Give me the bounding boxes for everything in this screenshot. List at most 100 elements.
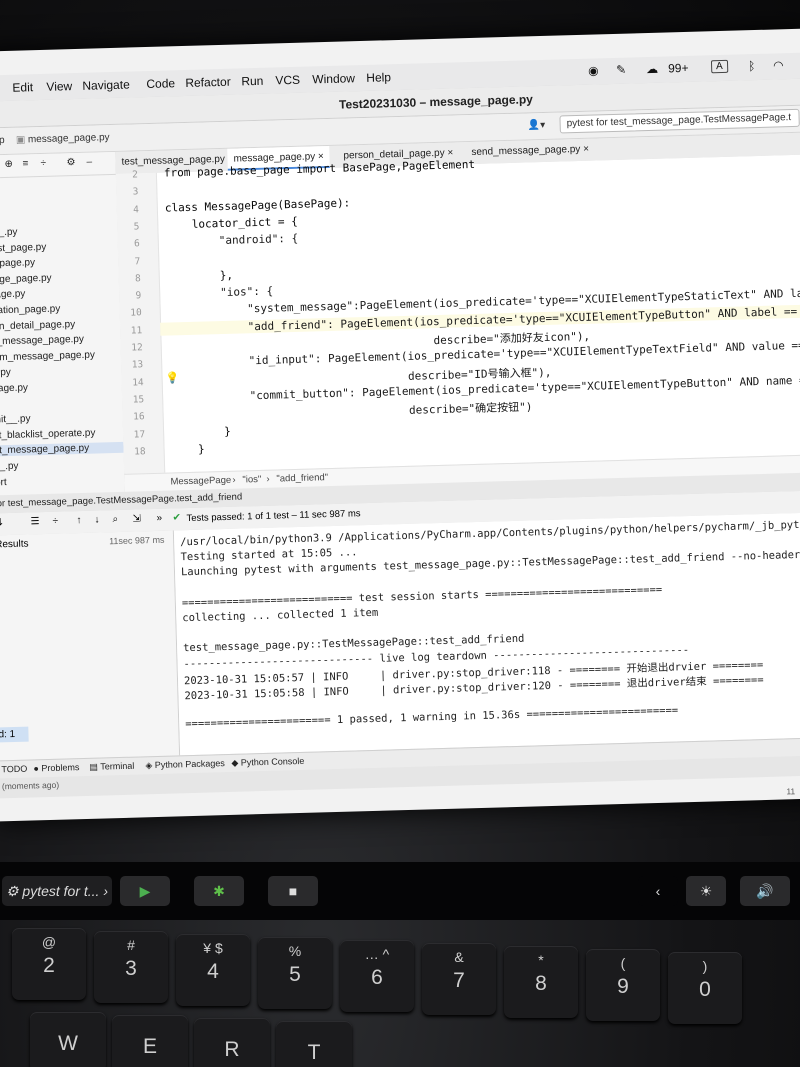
menu-vcs[interactable]: VCS [275,73,300,88]
more-icon[interactable]: » [156,513,162,524]
project-file-item[interactable]: nd_message_page.py [0,334,84,348]
project-file-item[interactable]: _page.py [0,382,28,394]
results-duration: 11sec 987 ms [108,534,165,547]
number-key[interactable]: #3 [94,931,168,1003]
run-icon[interactable]: ▶ [120,876,170,906]
tab-problems[interactable]: ● Problems [33,762,79,773]
crumb-add-friend[interactable]: "add_friend" [276,472,328,484]
menu-navigate[interactable]: Navigate [82,77,130,92]
number-key[interactable]: * 8 [504,946,578,1018]
sort-icon[interactable]: ⇅ [0,517,3,528]
key-symbol: ( [620,955,626,971]
menu-run[interactable]: Run [241,74,263,89]
expand-icon[interactable]: ≡ [22,158,28,169]
collapse-icon[interactable]: ÷ [40,158,46,169]
letter-key[interactable]: R [194,1018,270,1067]
input-method-indicator[interactable]: A [710,59,728,74]
key-symbol: * [538,952,544,968]
search-icon[interactable]: ⌕ [112,514,118,525]
run-configuration-select[interactable]: pytest for test_message_page.TestMessage… [559,108,800,134]
console-output[interactable]: /usr/local/bin/python3.9 /Applications/P… [173,512,800,756]
code-line: class MessagePage(BasePage): [164,195,351,215]
crumb-class[interactable]: MessagePage [170,475,231,488]
number-key[interactable]: (9 [586,949,660,1021]
wifi-icon[interactable]: ◠ [773,58,784,72]
key-digit: 0 [699,978,711,1001]
project-file-item[interactable]: cklist_page.py [0,241,46,254]
number-key[interactable]: … ^ 6 [340,940,414,1012]
key-symbol: … ^ [364,946,390,962]
evernote-icon[interactable]: ✎ [616,63,626,77]
collapse-all-icon[interactable]: ÷ [52,516,58,527]
code-editor[interactable]: 2 3 4 5 6 7 8 9 10 11 12 13 14 15 16 17 18 from page.bas… [115,154,800,474]
project-file-item[interactable]: _page.py [0,289,26,301]
line-number: 3 [132,186,139,198]
tab-terminal[interactable]: ▤ Terminal [89,761,134,773]
letter-key[interactable]: W [30,1012,106,1067]
run-configuration-label: pytest for test_message_page.TestMessage… [566,112,792,130]
project-file-item[interactable]: __.py [0,367,11,379]
project-file-item[interactable]: est_message_page.py [0,442,124,457]
number-key[interactable]: % 5 [258,937,332,1009]
key-symbol: ) [702,958,708,974]
tab-python-console[interactable]: ◆ Python Console [231,756,304,769]
tab-todo[interactable]: TODO [1,764,27,775]
project-file-item[interactable]: ex_page.py [0,257,35,269]
breadcrumb-root[interactable]: app [0,135,5,146]
number-key[interactable]: & 7 [422,943,496,1015]
window-title: Test20231030 – message_page.py [338,92,534,112]
touchbar-run-config[interactable]: ⚙ pytest for t... › [2,876,112,906]
crumb-ios[interactable]: "ios" [242,474,261,486]
letter-key[interactable]: T [276,1021,352,1067]
up-arrow-icon[interactable]: ↑ [76,515,81,526]
project-file-item[interactable]: port [0,477,7,488]
project-file-item[interactable]: _init__.py [0,414,31,426]
down-arrow-icon[interactable]: ↓ [94,515,99,526]
expand-all-icon[interactable]: ☰ [30,516,39,527]
menu-code[interactable]: Code [146,76,175,91]
export-icon[interactable]: ⇲ [132,513,141,524]
hide-icon[interactable]: – [86,157,92,168]
status-message: (moments ago) [1,779,60,792]
lightbulb-icon[interactable]: 💡 [165,371,179,384]
results-label[interactable]: Results [0,539,29,551]
key-letter: W [58,1032,78,1055]
number-key[interactable]: @2 [12,928,86,1000]
collapse-strip-icon[interactable]: ‹ [638,876,678,906]
gear-icon[interactable]: ⚙ [66,157,75,168]
photo-scene: le Edit View Navigate Code Refactor Run … [0,0,800,1067]
key-symbol: % [288,943,302,959]
project-file-item[interactable]: it__.py [0,461,19,473]
project-file-item[interactable]: vigation_page.py [0,304,60,317]
tab-python-packages[interactable]: ◈ Python Packages [145,758,225,771]
project-panel: ⊕ ≡ ÷ ⚙ – nit__.py cklist_page.py ex_page.… [0,151,126,496]
target-icon[interactable]: ⊕ [4,159,13,170]
project-file-item[interactable]: rson_detail_page.py [0,319,75,333]
menu-window[interactable]: Window [312,71,355,86]
user-icon[interactable]: 👤▾ [528,120,546,131]
chat-icon[interactable]: ☁ [646,62,658,76]
check-icon: ✔ [172,512,182,524]
number-key[interactable]: ) 0 [668,952,742,1024]
menu-refactor[interactable]: Refactor [185,75,231,90]
bluetooth-icon[interactable]: ᛒ [748,59,756,73]
number-key[interactable]: ¥ $ 4 [176,934,250,1006]
wechat-icon[interactable]: ◉ [588,63,599,77]
key-symbol: # [127,937,135,953]
project-file-item[interactable]: est_blacklist_operate.py [0,427,96,441]
breadcrumb-file[interactable]: message_page.py [28,132,110,145]
menu-help[interactable]: Help [366,70,391,85]
menu-view[interactable]: View [46,79,72,94]
project-file-item[interactable]: nit__.py [0,227,18,239]
project-file-item[interactable]: stem_message_page.py [0,349,95,363]
menu-edit[interactable]: Edit [12,80,33,95]
debug-icon[interactable]: ✱ [194,876,244,906]
line-number: 13 [131,359,144,371]
letter-key[interactable]: E [112,1015,188,1067]
project-file-item[interactable]: ssage_page.py [0,273,52,286]
line-number: 9 [135,290,142,302]
key-letter: E [142,1035,157,1058]
volume-icon[interactable]: 🔊 [740,876,790,906]
brightness-icon[interactable]: ☀ [686,876,726,906]
stop-icon[interactable]: ■ [268,876,318,906]
